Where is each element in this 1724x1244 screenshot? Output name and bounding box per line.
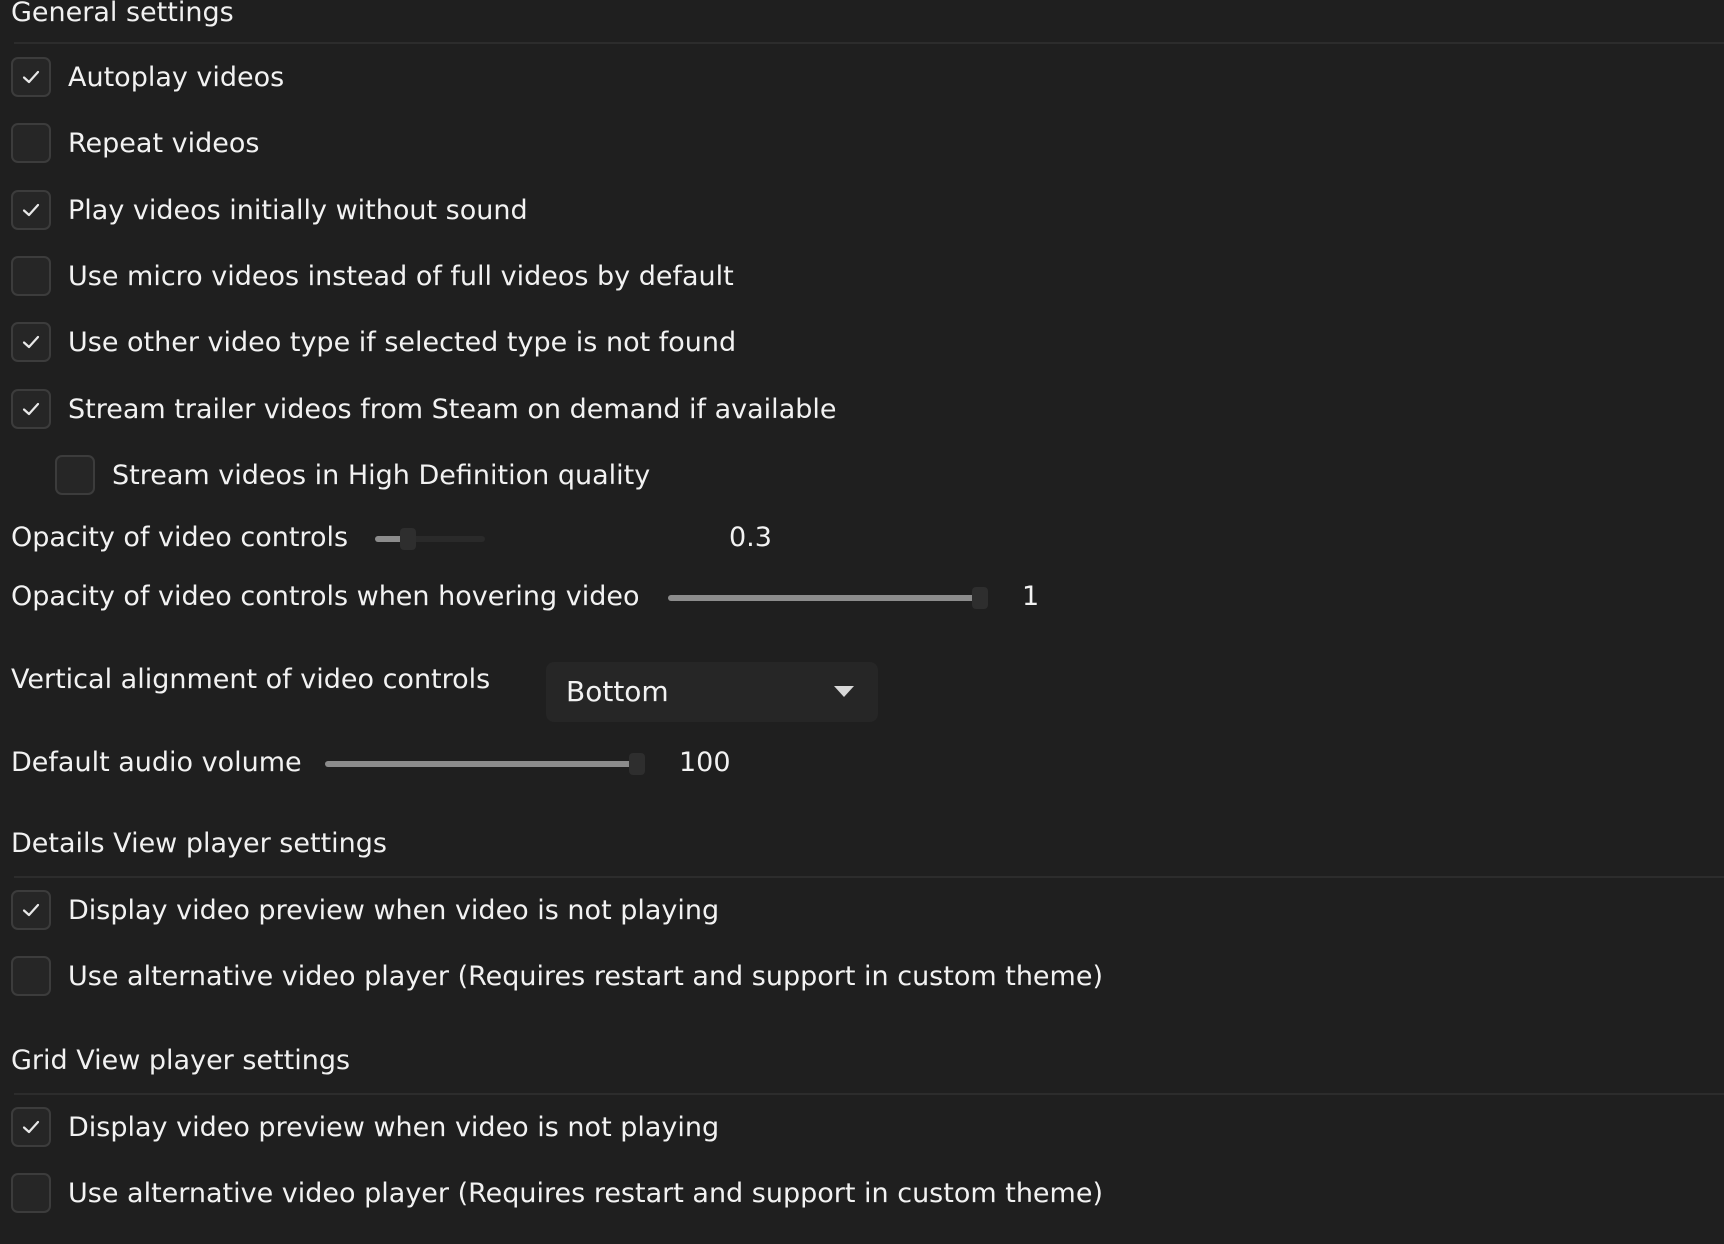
- checkmark-icon: [22, 203, 40, 217]
- grid-settings-divider: [14, 1093, 1724, 1095]
- checkbox-box[interactable]: [11, 322, 51, 362]
- micro-videos-checkbox[interactable]: Use micro videos instead of full videos …: [11, 254, 734, 298]
- slider-thumb[interactable]: [629, 753, 645, 775]
- grid-settings-title: Grid View player settings: [11, 1045, 351, 1076]
- alignment-selected-value: Bottom: [566, 675, 669, 708]
- checkmark-icon: [22, 402, 40, 416]
- grid-alt-player-label: Use alternative video player (Requires r…: [68, 1177, 1103, 1209]
- checkbox-box[interactable]: [11, 890, 51, 930]
- other-video-type-checkbox[interactable]: Use other video type if selected type is…: [11, 320, 736, 364]
- autoplay-videos-checkbox[interactable]: Autoplay videos: [11, 55, 284, 99]
- slider-thumb[interactable]: [972, 587, 988, 609]
- grid-preview-label: Display video preview when video is not …: [68, 1111, 720, 1143]
- stream-hd-checkbox[interactable]: Stream videos in High Definition quality: [55, 453, 650, 497]
- micro-videos-label: Use micro videos instead of full videos …: [68, 260, 734, 292]
- checkmark-icon: [22, 335, 40, 349]
- opacity-hover-label: Opacity of video controls when hovering …: [11, 581, 640, 612]
- slider-thumb[interactable]: [400, 528, 416, 550]
- checkbox-box[interactable]: [11, 1107, 51, 1147]
- opacity-slider[interactable]: [375, 528, 485, 550]
- grid-alt-player-checkbox[interactable]: Use alternative video player (Requires r…: [11, 1171, 1103, 1215]
- general-settings-divider: [14, 42, 1724, 44]
- checkbox-box[interactable]: [11, 190, 51, 230]
- volume-slider[interactable]: [325, 753, 645, 775]
- checkbox-box[interactable]: [11, 123, 51, 163]
- repeat-videos-label: Repeat videos: [68, 127, 260, 159]
- general-settings-title: General settings: [11, 0, 234, 28]
- alignment-label: Vertical alignment of video controls: [11, 664, 491, 695]
- details-preview-checkbox[interactable]: Display video preview when video is not …: [11, 888, 719, 932]
- stream-trailers-label: Stream trailer videos from Steam on dema…: [68, 393, 837, 425]
- opacity-hover-value: 1: [1022, 581, 1040, 612]
- volume-label: Default audio volume: [11, 747, 302, 778]
- checkbox-box[interactable]: [11, 1173, 51, 1213]
- other-video-type-label: Use other video type if selected type is…: [68, 326, 737, 358]
- details-settings-title: Details View player settings: [11, 828, 387, 859]
- opacity-value: 0.3: [729, 522, 772, 553]
- repeat-videos-checkbox[interactable]: Repeat videos: [11, 121, 259, 165]
- details-settings-divider: [14, 876, 1724, 878]
- grid-preview-checkbox[interactable]: Display video preview when video is not …: [11, 1105, 719, 1149]
- checkmark-icon: [22, 70, 40, 84]
- slider-fill: [668, 595, 980, 601]
- alignment-dropdown[interactable]: Bottom: [546, 662, 878, 722]
- slider-fill: [325, 761, 637, 767]
- autoplay-videos-label: Autoplay videos: [68, 61, 285, 93]
- play-without-sound-checkbox[interactable]: Play videos initially without sound: [11, 188, 528, 232]
- volume-value: 100: [679, 747, 731, 778]
- chevron-down-icon: [834, 686, 854, 697]
- opacity-hover-slider[interactable]: [668, 587, 988, 609]
- checkbox-box[interactable]: [11, 256, 51, 296]
- checkmark-icon: [22, 1120, 40, 1134]
- play-without-sound-label: Play videos initially without sound: [68, 194, 528, 226]
- stream-trailers-checkbox[interactable]: Stream trailer videos from Steam on dema…: [11, 387, 837, 431]
- checkbox-box[interactable]: [55, 455, 95, 495]
- checkbox-box[interactable]: [11, 956, 51, 996]
- checkbox-box[interactable]: [11, 389, 51, 429]
- details-preview-label: Display video preview when video is not …: [68, 894, 720, 926]
- details-alt-player-label: Use alternative video player (Requires r…: [68, 960, 1103, 992]
- checkmark-icon: [22, 903, 40, 917]
- opacity-label: Opacity of video controls: [11, 522, 349, 553]
- checkbox-box[interactable]: [11, 57, 51, 97]
- stream-hd-label: Stream videos in High Definition quality: [112, 459, 651, 491]
- details-alt-player-checkbox[interactable]: Use alternative video player (Requires r…: [11, 954, 1103, 998]
